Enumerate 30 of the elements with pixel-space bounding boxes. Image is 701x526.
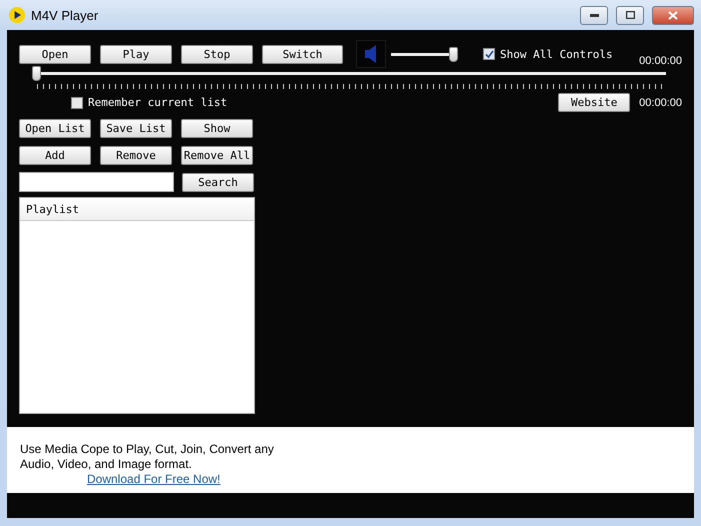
minimize-button[interactable] (580, 6, 608, 24)
close-button[interactable] (652, 6, 694, 24)
search-button[interactable]: Search (182, 172, 254, 192)
checkbox[interactable] (483, 48, 495, 60)
playlist-button[interactable]: Add (19, 146, 91, 165)
ad-text: Use Media Cope to Play, Cut, Join, Convert any Audio, Video, and Image format. (20, 442, 275, 472)
window-title: M4V Player (31, 8, 100, 22)
playlist-button[interactable]: Show (181, 119, 253, 138)
checkbox-label: Show All Controls (500, 48, 613, 60)
elapsed-time: 00:00:00 (639, 55, 682, 67)
playlist-button[interactable]: Save List (100, 119, 172, 138)
toolbar-button[interactable]: Switch (262, 44, 343, 64)
maximize-button[interactable] (616, 6, 644, 24)
toolbar-button[interactable]: Play (100, 44, 172, 64)
checkmark-icon (484, 50, 494, 58)
search-field[interactable] (19, 172, 174, 192)
playlist-button[interactable]: Remove All (181, 146, 253, 165)
checkbox[interactable] (71, 96, 83, 108)
playlist-button[interactable]: Remove (100, 146, 172, 165)
toolbar-button[interactable]: Open (19, 44, 91, 64)
playlist-button[interactable]: Open List (19, 119, 91, 138)
toolbar-button[interactable]: Stop (181, 44, 253, 64)
close-icon (668, 10, 678, 20)
minimize-icon (590, 14, 598, 16)
download-link[interactable]: Download For Free Now! (87, 472, 220, 487)
total-time: 00:00:00 (639, 96, 682, 108)
checkbox-label: Remember current list (88, 96, 228, 109)
play-logo-icon (9, 7, 25, 23)
maximize-icon (626, 11, 634, 19)
website-button[interactable]: Website (558, 93, 630, 112)
